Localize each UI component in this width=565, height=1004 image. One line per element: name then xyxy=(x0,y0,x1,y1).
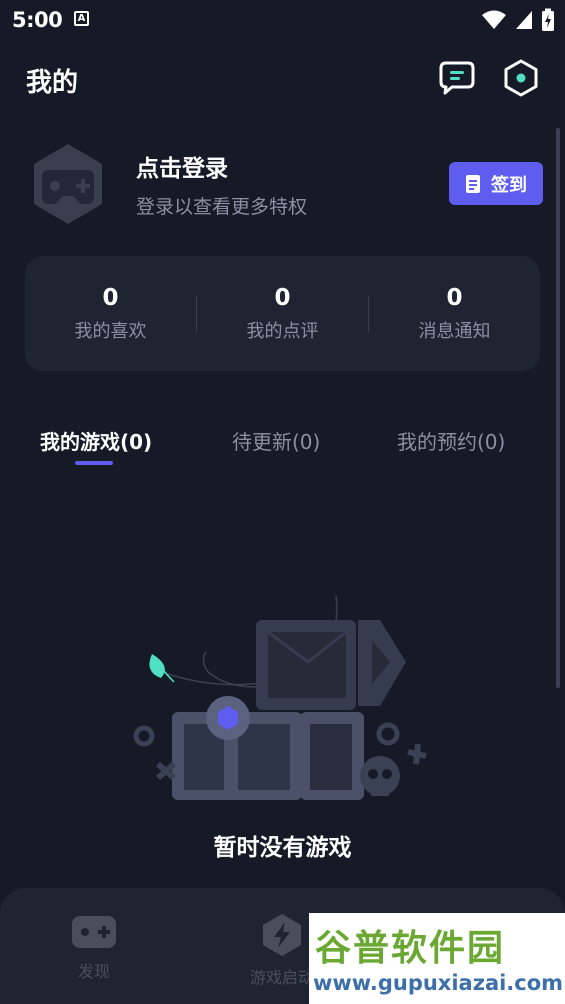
stat-notifications[interactable]: 0 消息通知 xyxy=(369,285,540,343)
checkin-button[interactable]: 签到 xyxy=(449,162,543,205)
wifi-icon xyxy=(482,10,506,29)
leaf-icon xyxy=(149,654,165,678)
stats-card: 0 我的喜欢 0 我的点评 0 消息通知 xyxy=(25,256,540,371)
stat-value: 0 xyxy=(446,284,463,311)
checkin-label: 签到 xyxy=(491,174,527,196)
tab-reservations[interactable]: 我的预约(0) xyxy=(397,426,505,455)
settings-button[interactable] xyxy=(501,58,541,98)
status-icons xyxy=(481,8,555,32)
message-button[interactable] xyxy=(437,58,477,98)
status-bar: 5:00 A xyxy=(0,0,565,38)
watermark-url: www.gupuxiazai.com xyxy=(313,971,564,995)
empty-state-text: 暂时没有游戏 xyxy=(213,835,352,861)
chat-icon xyxy=(439,61,475,95)
nav-item-discover[interactable]: 发现 xyxy=(34,912,154,982)
hexagon-settings-icon xyxy=(504,59,538,97)
battery-icon xyxy=(542,8,554,31)
empty-chest-illustration xyxy=(133,595,427,800)
stat-value: 0 xyxy=(102,284,119,311)
tab-indicator xyxy=(75,461,113,465)
notification-a-icon: A xyxy=(74,11,89,26)
gamepad-avatar-icon xyxy=(34,144,102,224)
login-title[interactable]: 点击登录 xyxy=(136,149,228,183)
watermark-title: 谷普软件园 xyxy=(315,928,506,969)
watermark: 谷普软件园 www.gupuxiazai.com xyxy=(309,913,565,1004)
tab-my-games[interactable]: 我的游戏(0) xyxy=(40,426,152,455)
signal-icon xyxy=(516,11,532,29)
stat-reviews[interactable]: 0 我的点评 xyxy=(197,285,368,343)
profile-section: 点击登录 登录以查看更多特权 签到 xyxy=(0,136,565,236)
bolt-hexagon-icon xyxy=(263,914,301,956)
login-subtitle: 登录以查看更多特权 xyxy=(136,196,308,218)
stat-likes[interactable]: 0 我的喜欢 xyxy=(25,285,196,343)
stat-label: 我的喜欢 xyxy=(74,320,147,342)
page-title: 我的 xyxy=(26,68,79,98)
avatar[interactable] xyxy=(28,140,108,228)
document-icon xyxy=(466,174,480,193)
tab-pending-update[interactable]: 待更新(0) xyxy=(232,426,320,455)
stat-value: 0 xyxy=(274,284,291,311)
gamepad-icon xyxy=(72,916,116,948)
tab-bar: 我的游戏(0) 待更新(0) 我的预约(0) xyxy=(0,420,565,470)
stat-label: 我的点评 xyxy=(246,320,319,342)
nav-label: 发现 xyxy=(77,962,110,981)
stat-label: 消息通知 xyxy=(418,320,491,342)
header: 我的 xyxy=(0,52,565,110)
status-time: 5:00 xyxy=(12,8,63,32)
